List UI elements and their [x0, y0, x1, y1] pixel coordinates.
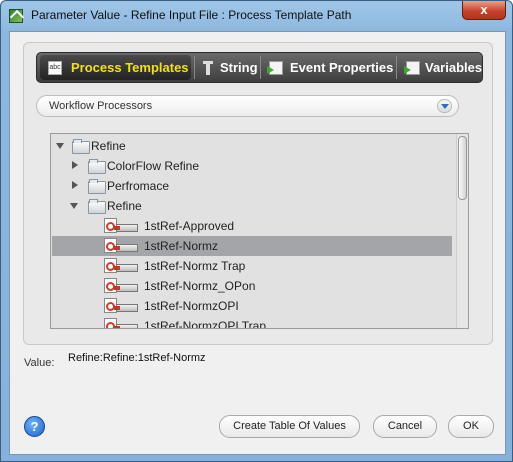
select-value: Workflow Processors — [49, 100, 153, 112]
vertical-scrollbar[interactable] — [456, 134, 468, 328]
tree-node-template[interactable]: 1stRef-Normz Trap — [52, 256, 452, 276]
process-template-icon — [104, 318, 139, 328]
tree-node-label: 1stRef-Normz Trap — [144, 259, 246, 273]
help-button[interactable]: ? — [24, 416, 45, 437]
tab-event-properties[interactable]: Event Properties — [262, 55, 394, 80]
scrollbar-thumb[interactable] — [458, 136, 467, 200]
tab-divider — [194, 56, 195, 79]
dialog-window: Parameter Value - Refine Input File : Pr… — [0, 0, 513, 462]
abc-icon: abc — [48, 61, 62, 75]
expand-triangle-icon[interactable] — [56, 143, 64, 149]
process-template-icon — [104, 238, 139, 254]
folder-icon — [72, 139, 90, 154]
expand-triangle-icon[interactable] — [70, 203, 78, 209]
tree-node-folder[interactable]: Refine — [52, 136, 452, 156]
value-caption: Value: — [24, 357, 55, 369]
title-bar[interactable]: Parameter Value - Refine Input File : Pr… — [1, 1, 512, 31]
collapse-triangle-icon[interactable] — [72, 181, 78, 189]
folder-icon — [88, 199, 106, 214]
folder-icon — [88, 179, 106, 194]
tree-node-template-selected[interactable]: 1stRef-Normz — [52, 236, 452, 256]
tab-process-templates[interactable]: abc Process Templates — [40, 55, 191, 80]
process-template-icon — [104, 278, 139, 294]
tab-string[interactable]: String — [196, 55, 258, 80]
tab-label: Variables — [425, 60, 483, 75]
ok-button[interactable]: OK — [448, 415, 494, 438]
tab-divider — [260, 56, 261, 79]
tab-label: Event Properties — [290, 60, 394, 75]
processor-type-select[interactable]: Workflow Processors — [36, 95, 459, 117]
tab-bar: abc Process Templates String Event Prope… — [36, 52, 483, 83]
arrow-document-icon — [267, 61, 283, 75]
cancel-button[interactable]: Cancel — [373, 415, 437, 438]
create-table-of-values-button[interactable]: Create Table Of Values — [219, 415, 360, 438]
tree-node-label: 1stRef-NormzOPI — [144, 299, 239, 313]
tree-node-label: Perfromace — [107, 179, 170, 193]
process-template-icon — [104, 298, 139, 314]
selection-panel: abc Process Templates String Event Prope… — [23, 42, 493, 345]
tree-node-label: Refine — [91, 139, 126, 153]
dialog-body: abc Process Templates String Event Prope… — [9, 31, 506, 455]
window-title: Parameter Value - Refine Input File : Pr… — [31, 8, 352, 22]
process-template-icon — [104, 218, 139, 234]
tree-node-label: 1stRef-Normz_OPon — [144, 279, 256, 293]
tree-node-label: ColorFlow Refine — [107, 159, 200, 173]
tree-node-folder[interactable]: Refine — [52, 196, 452, 216]
tree-node-label: 1stRef-Approved — [144, 219, 235, 233]
template-tree[interactable]: Refine ColorFlow Refine Perfromace Refin… — [50, 133, 469, 329]
tree-node-folder[interactable]: ColorFlow Refine — [52, 156, 452, 176]
tree-node-label: 1stRef-Normz — [144, 239, 219, 253]
tree-node-template[interactable]: 1stRef-NormzOPI — [52, 296, 452, 316]
arrow-document-icon — [404, 61, 420, 75]
tree-node-template[interactable]: 1stRef-NormzOPI Trap — [52, 316, 452, 329]
tab-variables[interactable]: Variables — [398, 55, 483, 80]
process-template-icon — [104, 258, 139, 274]
tree-node-folder[interactable]: Perfromace — [52, 176, 452, 196]
tree-node-label: 1stRef-NormzOPI Trap — [144, 319, 267, 329]
selected-value: Refine:Refine:1stRef-Normz — [68, 352, 206, 364]
tab-label: String — [220, 60, 258, 75]
folder-icon — [88, 159, 106, 174]
string-i-beam-icon — [201, 61, 215, 75]
app-icon — [9, 9, 23, 23]
tree-node-template[interactable]: 1stRef-Approved — [52, 216, 452, 236]
tree-node-label: Refine — [107, 199, 142, 213]
tab-divider — [396, 56, 397, 79]
chevron-down-icon[interactable] — [437, 99, 452, 113]
tree-node-template[interactable]: 1stRef-Normz_OPon — [52, 276, 452, 296]
close-button[interactable]: x — [462, 1, 506, 20]
tab-label: Process Templates — [71, 60, 189, 75]
collapse-triangle-icon[interactable] — [72, 161, 78, 169]
